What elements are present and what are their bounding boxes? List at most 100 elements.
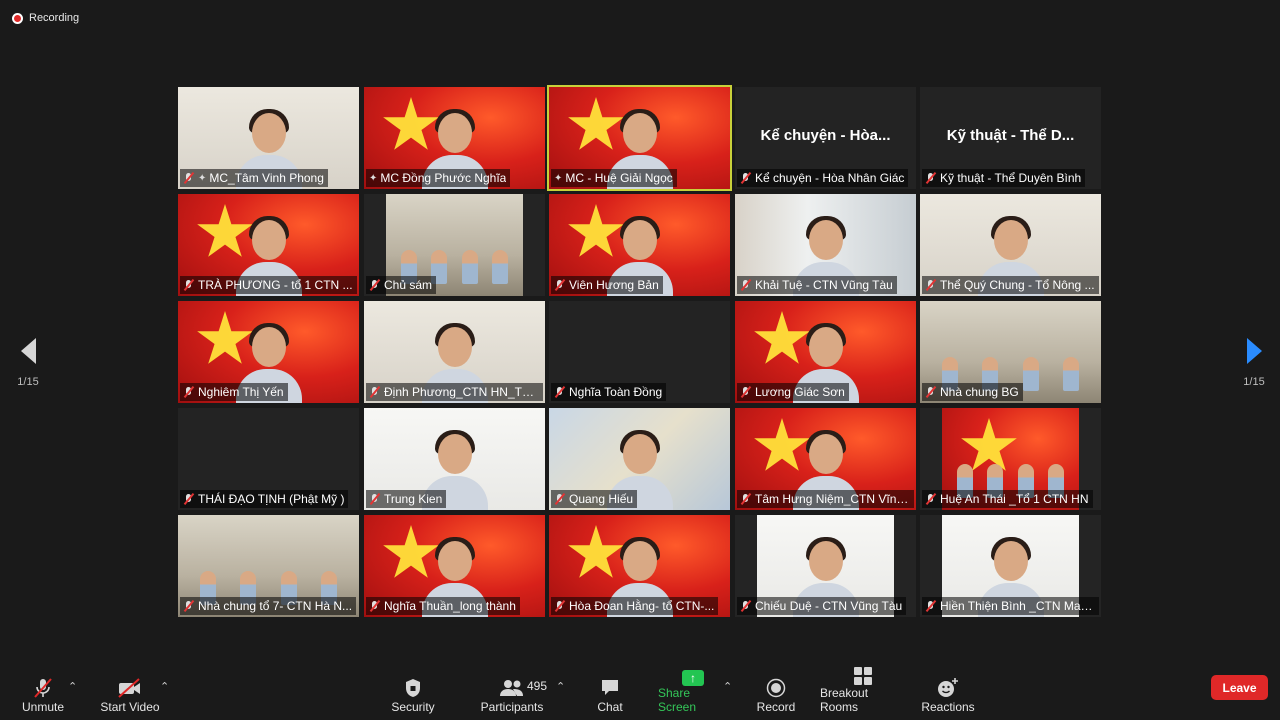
participant-tile[interactable]: THÁI ĐẠO TỊNH (Phật Mỹ ) — [178, 408, 359, 510]
reactions-button[interactable]: Reactions — [921, 672, 975, 720]
participant-name-label: Nghĩa Thuần_long thành — [366, 597, 520, 615]
spotlight-pin-icon: ✦ — [369, 172, 378, 184]
participant-name: Huệ An Thái _Tổ 1 CTN HN — [940, 492, 1089, 506]
microphone-muted-icon — [369, 493, 381, 505]
participant-tile[interactable]: Chiếu Duệ - CTN Vũng Tàu — [735, 515, 916, 617]
participant-tile[interactable]: Quang Hiếu — [549, 408, 730, 510]
participant-tile[interactable]: Nghĩa Thuần_long thành — [364, 515, 545, 617]
start-video-button[interactable]: Start Video — [100, 672, 160, 720]
video-options-caret-icon[interactable]: ⌃ — [160, 680, 169, 693]
participant-name-label: ✦ MC - Huệ Giải Ngọc — [551, 169, 677, 187]
participant-name-label: Nhà chung BG — [922, 383, 1023, 401]
participant-tile[interactable]: Huệ An Thái _Tổ 1 CTN HN — [920, 408, 1101, 510]
participant-name-label: THÁI ĐẠO TỊNH (Phật Mỹ ) — [180, 490, 349, 508]
share-screen-icon: ↑ — [682, 670, 704, 686]
participant-name: Khải Tuệ - CTN Vũng Tàu — [755, 278, 893, 292]
participant-tile[interactable]: Kể chuyện - Hòa... Kể chuyện - Hòa Nhân G… — [735, 87, 916, 189]
chat-label: Chat — [597, 700, 623, 714]
participant-tile[interactable]: ✦ MC_Tâm Vinh Phong — [178, 87, 359, 189]
microphone-muted-icon — [369, 386, 381, 398]
unmute-button[interactable]: Unmute — [18, 672, 68, 720]
participant-tile[interactable]: Nhà chung tổ 7- CTN Hà N... — [178, 515, 359, 617]
participant-tile[interactable]: Định Phương_CTN HN_Tổ ... — [364, 301, 545, 403]
leave-button[interactable]: Leave — [1211, 675, 1268, 700]
participant-tile[interactable]: Tâm Hưng Niệm_CTN Vĩnh ... — [735, 408, 916, 510]
participant-tile[interactable]: Hòa Đoan Hằng- tổ CTN-... — [549, 515, 730, 617]
participant-name: Hòa Đoan Hằng- tổ CTN-... — [569, 599, 715, 613]
microphone-muted-icon — [925, 386, 937, 398]
shield-icon — [404, 676, 422, 700]
chat-button[interactable]: Chat — [592, 672, 628, 720]
participant-name-label: Nghĩa Toàn Đồng — [551, 383, 667, 401]
participant-name-label: Khải Tuệ - CTN Vũng Tàu — [737, 276, 897, 294]
microphone-muted-icon — [740, 386, 752, 398]
page-indicator-right: 1/15 — [1243, 376, 1265, 388]
start-video-label: Start Video — [100, 700, 160, 714]
participant-name-label: Tâm Hưng Niệm_CTN Vĩnh ... — [737, 490, 914, 508]
share-screen-button[interactable]: ↑ Share Screen — [658, 670, 728, 720]
microphone-muted-icon — [369, 279, 381, 291]
participant-name-label: Định Phương_CTN HN_Tổ ... — [366, 383, 543, 401]
reactions-label: Reactions — [921, 700, 975, 714]
participant-name: MC_Tâm Vinh Phong — [209, 171, 324, 185]
next-page-button[interactable]: 1/15 — [1239, 338, 1269, 388]
security-button[interactable]: Security — [389, 672, 437, 720]
video-camera-off-icon — [117, 676, 143, 700]
recording-label: Recording — [29, 12, 80, 24]
participant-tile[interactable]: ✦ MC - Huệ Giải Ngọc — [547, 85, 732, 191]
microphone-muted-icon — [740, 493, 752, 505]
breakout-rooms-label: Breakout Rooms — [820, 686, 869, 714]
participant-name: Định Phương_CTN HN_Tổ ... — [384, 385, 539, 399]
participant-tile[interactable]: TRÀ PHƯƠNG - tổ 1 CTN ... — [178, 194, 359, 296]
share-options-caret-icon[interactable]: ⌃ — [723, 680, 732, 693]
smiley-plus-icon — [937, 676, 959, 700]
participant-name: Nghĩa Thuần_long thành — [384, 599, 516, 613]
participant-name: Nhà chung tổ 7- CTN Hà N... — [198, 599, 353, 613]
participant-name-label: Kể chuyện - Hòa Nhân Giác — [737, 169, 909, 187]
microphone-muted-icon — [183, 172, 195, 184]
unmute-label: Unmute — [21, 700, 65, 714]
participant-name: Nhà chung BG — [940, 385, 1019, 399]
participant-tile[interactable]: Nhà chung BG — [920, 301, 1101, 403]
video-gallery: ✦ MC_Tâm Vinh Phong ✦ MC Đồng Phước Nghĩa ✦ M… — [178, 85, 1102, 617]
participant-name-label: Nghiêm Thị Yến — [180, 383, 288, 401]
participant-tile[interactable]: Lương Giác Sơn — [735, 301, 916, 403]
participant-tile[interactable]: ✦ MC Đồng Phước Nghĩa — [364, 87, 545, 189]
recording-indicator[interactable]: Recording — [12, 12, 79, 24]
microphone-muted-icon — [554, 279, 566, 291]
participant-name-label: TRÀ PHƯƠNG - tổ 1 CTN ... — [180, 276, 357, 294]
participant-name-label: Nhà chung tổ 7- CTN Hà N... — [180, 597, 357, 615]
page-indicator-left: 1/15 — [17, 376, 39, 388]
participant-name-label: Thể Quý Chung - Tổ Nông ... — [922, 276, 1099, 294]
prev-page-button[interactable]: 1/15 — [13, 338, 43, 388]
participant-tile[interactable]: Chủ sám — [364, 194, 545, 296]
participant-tile[interactable]: Khải Tuệ - CTN Vũng Tàu — [735, 194, 916, 296]
participant-name: Nghiêm Thị Yến — [198, 385, 284, 399]
participant-name-label: Lương Giác Sơn — [737, 383, 849, 401]
breakout-rooms-button[interactable]: Breakout Rooms — [820, 667, 906, 720]
arrow-left-icon — [20, 338, 36, 364]
arrow-right-icon — [1246, 338, 1262, 364]
participant-display-name: Kỹ thuật - Thể D... — [946, 127, 1075, 144]
record-button[interactable]: Record — [756, 672, 796, 720]
microphone-muted-icon — [925, 493, 937, 505]
microphone-muted-icon — [183, 493, 195, 505]
participants-options-caret-icon[interactable]: ⌃ — [556, 680, 565, 693]
participant-tile[interactable]: Nghĩa Toàn Đồng — [549, 301, 730, 403]
participant-name: THÁI ĐẠO TỊNH (Phật Mỹ ) — [198, 492, 345, 506]
participant-name: Viên Hương Bản — [569, 278, 659, 292]
participant-tile[interactable]: Hiền Thiện Bình _CTN Mala... — [920, 515, 1101, 617]
participant-tile[interactable]: Thể Quý Chung - Tổ Nông ... — [920, 194, 1101, 296]
participant-tile[interactable]: Kỹ thuật - Thể D... Kỹ thuật - Thể Duyên … — [920, 87, 1101, 189]
participant-name-label: Hiền Thiện Bình _CTN Mala... — [922, 597, 1099, 615]
security-label: Security — [391, 700, 435, 714]
microphone-muted-icon — [32, 676, 54, 700]
chat-bubble-icon — [600, 676, 620, 700]
participant-tile[interactable]: Nghiêm Thị Yến — [178, 301, 359, 403]
microphone-muted-icon — [183, 600, 195, 612]
audio-options-caret-icon[interactable]: ⌃ — [68, 680, 77, 693]
participant-tile[interactable]: Trung Kien — [364, 408, 545, 510]
participant-name-label: ✦ MC_Tâm Vinh Phong — [180, 169, 328, 187]
participant-name: MC - Huệ Giải Ngọc — [565, 171, 673, 185]
participant-tile[interactable]: Viên Hương Bản — [549, 194, 730, 296]
